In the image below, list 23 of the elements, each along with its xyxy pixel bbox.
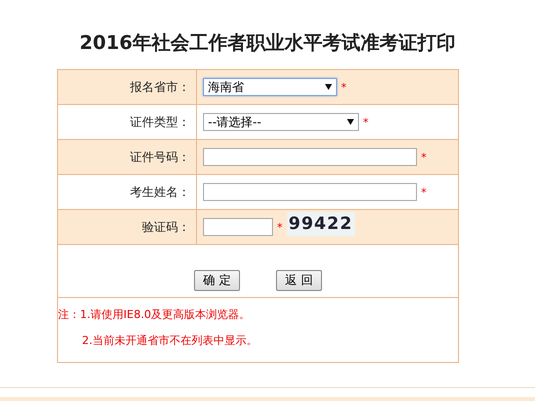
required-mark: * xyxy=(363,116,368,128)
required-mark: * xyxy=(341,80,346,94)
caret-icon xyxy=(347,119,354,125)
input-field[interactable] xyxy=(203,218,273,236)
dropdown[interactable]: 海南省 xyxy=(203,78,337,96)
field-label: 证件类型： xyxy=(130,114,190,130)
field-label: 验证码： xyxy=(142,218,190,236)
field-label: 报名省市： xyxy=(130,78,190,96)
input-field[interactable] xyxy=(203,183,417,201)
page-title: 2016年社会工作者职业水平考试准考证打印 xyxy=(78,31,456,56)
required-mark: * xyxy=(421,186,426,198)
required-mark: * xyxy=(421,150,426,164)
note-text: 2.当前未开通省市不在列表中显示。 xyxy=(81,333,258,349)
caret-icon xyxy=(325,84,332,90)
confirm-button[interactable]: 确 定 xyxy=(194,270,240,291)
captcha-image[interactable]: 99422 xyxy=(286,212,355,236)
note-text: 注：1.请使用IE8.0及更高版本浏览器。 xyxy=(58,307,252,323)
dropdown[interactable]: --请选择-- xyxy=(203,113,359,131)
back-button[interactable]: 返 回 xyxy=(276,270,322,291)
field-label: 考生姓名： xyxy=(130,184,190,200)
required-mark: * xyxy=(277,220,282,234)
field-label: 证件号码： xyxy=(130,148,190,166)
input-field[interactable] xyxy=(203,148,417,166)
